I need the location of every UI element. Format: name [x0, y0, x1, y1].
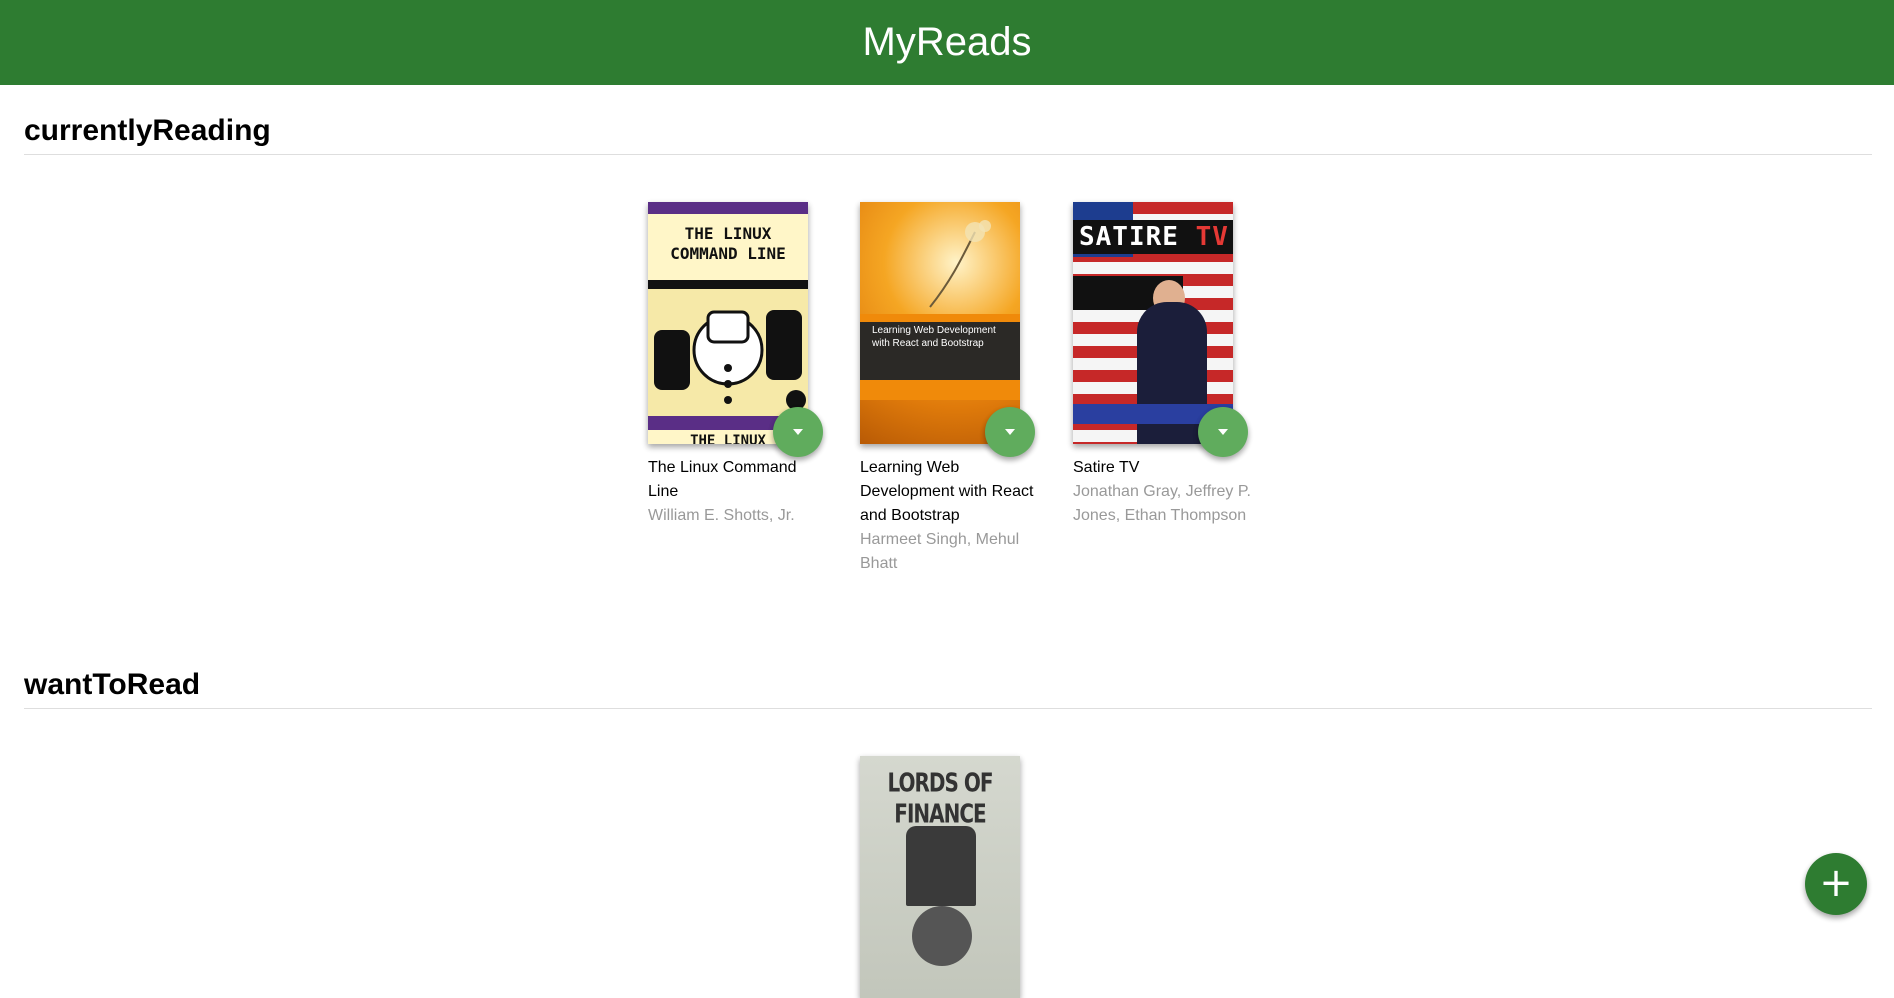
cover-title: SATIRE TV	[1079, 222, 1229, 252]
shelf-title-want-to-read: wantToRead	[24, 668, 1872, 709]
cover-band	[860, 380, 1020, 400]
shelf-changer-button[interactable]	[985, 407, 1035, 457]
cover-text: TV	[1195, 222, 1229, 252]
cover-title-block: THE LINUX COMMAND LINE	[648, 214, 808, 284]
plus-icon: +	[1819, 860, 1853, 906]
globe-illustration	[912, 906, 972, 966]
book-cover[interactable]: SATIRE TV	[1073, 202, 1233, 444]
cover-text: COMMAND LINE	[670, 244, 786, 263]
cover-band	[860, 314, 1020, 322]
book-cover[interactable]: LORDS OF FINANCE	[860, 756, 1020, 998]
flower-illustration	[929, 220, 991, 308]
cover-text: SATIRE	[1079, 222, 1179, 252]
book-cover[interactable]: Learning Web Development with React and …	[860, 202, 1020, 444]
shelf-changer-button[interactable]	[1198, 407, 1248, 457]
app-header: MyReads	[0, 0, 1894, 85]
app-title: MyReads	[862, 20, 1032, 64]
cover-band	[648, 280, 808, 289]
cover-text: THE LINUX	[684, 224, 772, 243]
book-title: The Linux Command Line	[648, 459, 797, 500]
shelf-changer-button[interactable]	[773, 407, 823, 457]
men-illustration	[906, 826, 976, 906]
shelf-title-currently-reading: currentlyReading	[24, 114, 1872, 155]
book-title: Satire TV	[1073, 459, 1140, 476]
cover-band	[648, 202, 808, 214]
robot-illustration	[648, 290, 808, 416]
cover-text: LORDS OF FINANCE	[887, 766, 993, 830]
book-cover[interactable]: THE LINUX COMMAND LINE THE LINUX	[648, 202, 808, 444]
book-authors: Harmeet Singh, Mehul Bhatt	[860, 531, 1020, 572]
book-authors: William E. Shotts, Jr.	[648, 507, 795, 524]
book-title: Learning Web Development with React and …	[860, 459, 1034, 524]
cover-text: Learning Web Development with React and …	[872, 325, 996, 349]
book-authors: Jonathan Gray, Jeffrey P. Jones, Ethan T…	[1073, 483, 1251, 524]
add-book-button[interactable]: +	[1805, 853, 1867, 915]
